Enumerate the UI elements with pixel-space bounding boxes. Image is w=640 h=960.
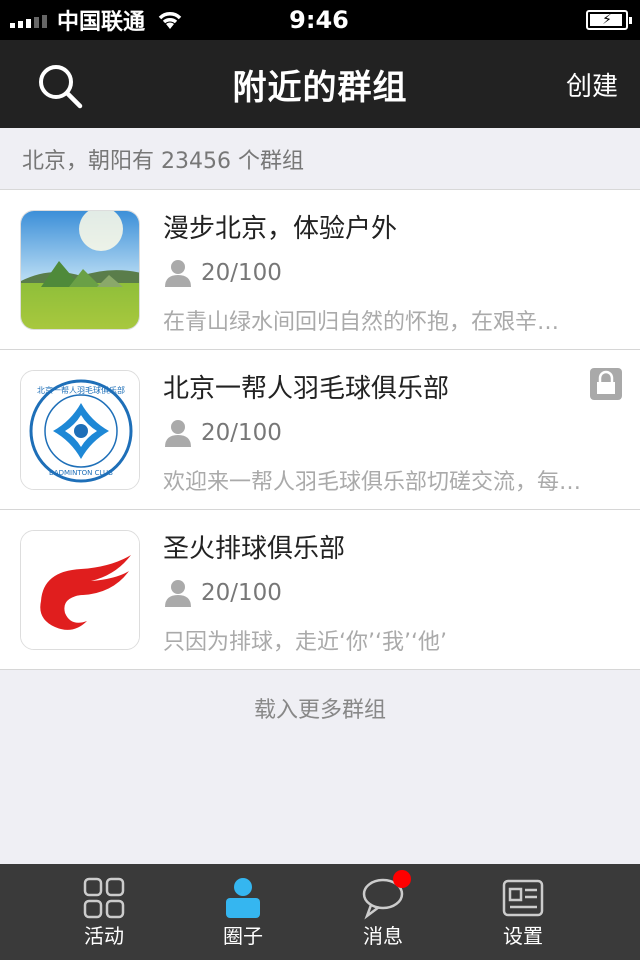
notification-badge xyxy=(393,870,411,888)
nav-bar: 附近的群组 创建 xyxy=(0,40,640,128)
group-item[interactable]: 圣火排球俱乐部 20/100 只因为排球，走近‘你’‘我’‘他’ xyxy=(0,510,640,670)
create-button[interactable]: 创建 xyxy=(566,66,618,103)
person-icon xyxy=(226,878,260,918)
tab-label: 活动 xyxy=(84,924,124,948)
group-list: 漫步北京，体验户外 20/100 在青山绿水间回归自然的怀抱，在艰辛… 北京一帮… xyxy=(0,190,640,670)
tab-circles[interactable]: 圈子 xyxy=(193,864,293,960)
group-name: 漫步北京，体验户外 xyxy=(163,214,398,244)
signal-strength-icon xyxy=(10,12,47,28)
tab-activities[interactable]: 活动 xyxy=(54,864,154,960)
wifi-icon xyxy=(158,12,182,29)
battery-wrap: ⚡ xyxy=(377,10,632,30)
group-thumbnail-badminton-logo: 北京一帮人羽毛球俱乐部 BADMINTON CLUB xyxy=(20,370,140,490)
tab-label: 设置 xyxy=(503,924,543,948)
status-time: 9:46 xyxy=(289,6,349,34)
search-icon[interactable] xyxy=(36,62,84,110)
person-icon xyxy=(165,420,191,447)
member-count: 20/100 xyxy=(201,260,282,286)
tab-label: 圈子 xyxy=(223,924,263,948)
group-item[interactable]: 漫步北京，体验户外 20/100 在青山绿水间回归自然的怀抱，在艰辛… xyxy=(0,190,640,350)
page-title: 附近的群组 xyxy=(232,67,408,108)
member-count: 20/100 xyxy=(201,420,282,446)
svg-text:北京一帮人羽毛球俱乐部: 北京一帮人羽毛球俱乐部 xyxy=(37,385,125,395)
status-bar: 中国联通 9:46 ⚡ xyxy=(0,0,640,40)
group-description: 在青山绿水间回归自然的怀抱，在艰辛… xyxy=(163,310,560,335)
group-name: 北京一帮人羽毛球俱乐部 xyxy=(163,374,450,404)
tab-bar: 活动 圈子 消息 设置 xyxy=(0,864,640,960)
chat-bubble-icon xyxy=(361,870,411,920)
group-item[interactable]: 北京一帮人羽毛球俱乐部 BADMINTON CLUB 北京一帮人羽毛球俱乐部 2… xyxy=(0,350,640,510)
member-count-row: 20/100 xyxy=(163,258,282,288)
group-description: 只因为排球，走近‘你’‘我’‘他’ xyxy=(163,630,447,655)
svg-text:BADMINTON CLUB: BADMINTON CLUB xyxy=(49,469,113,477)
profile-card-icon xyxy=(502,879,544,917)
load-more-button[interactable]: 载入更多群组 xyxy=(0,670,640,746)
location-summary: 北京，朝阳有 23456 个群组 xyxy=(0,128,640,190)
tab-label: 消息 xyxy=(363,924,403,948)
member-count-row: 20/100 xyxy=(163,578,282,608)
person-icon xyxy=(165,260,191,287)
group-thumbnail-torch-logo xyxy=(20,530,140,650)
group-name: 圣火排球俱乐部 xyxy=(163,534,346,564)
group-thumbnail-camping xyxy=(20,210,140,330)
group-description: 欢迎来一帮人羽毛球俱乐部切磋交流，每… xyxy=(163,470,582,495)
carrier-name: 中国联通 xyxy=(57,10,146,35)
member-count-row: 20/100 xyxy=(163,418,282,448)
person-icon xyxy=(165,580,191,607)
battery-icon: ⚡ xyxy=(586,10,632,30)
status-left: 中国联通 xyxy=(10,4,261,36)
lock-icon xyxy=(590,368,622,400)
tab-settings[interactable]: 设置 xyxy=(473,864,573,960)
member-count: 20/100 xyxy=(201,580,282,606)
tab-messages[interactable]: 消息 xyxy=(333,864,433,960)
grid-icon xyxy=(83,877,125,919)
